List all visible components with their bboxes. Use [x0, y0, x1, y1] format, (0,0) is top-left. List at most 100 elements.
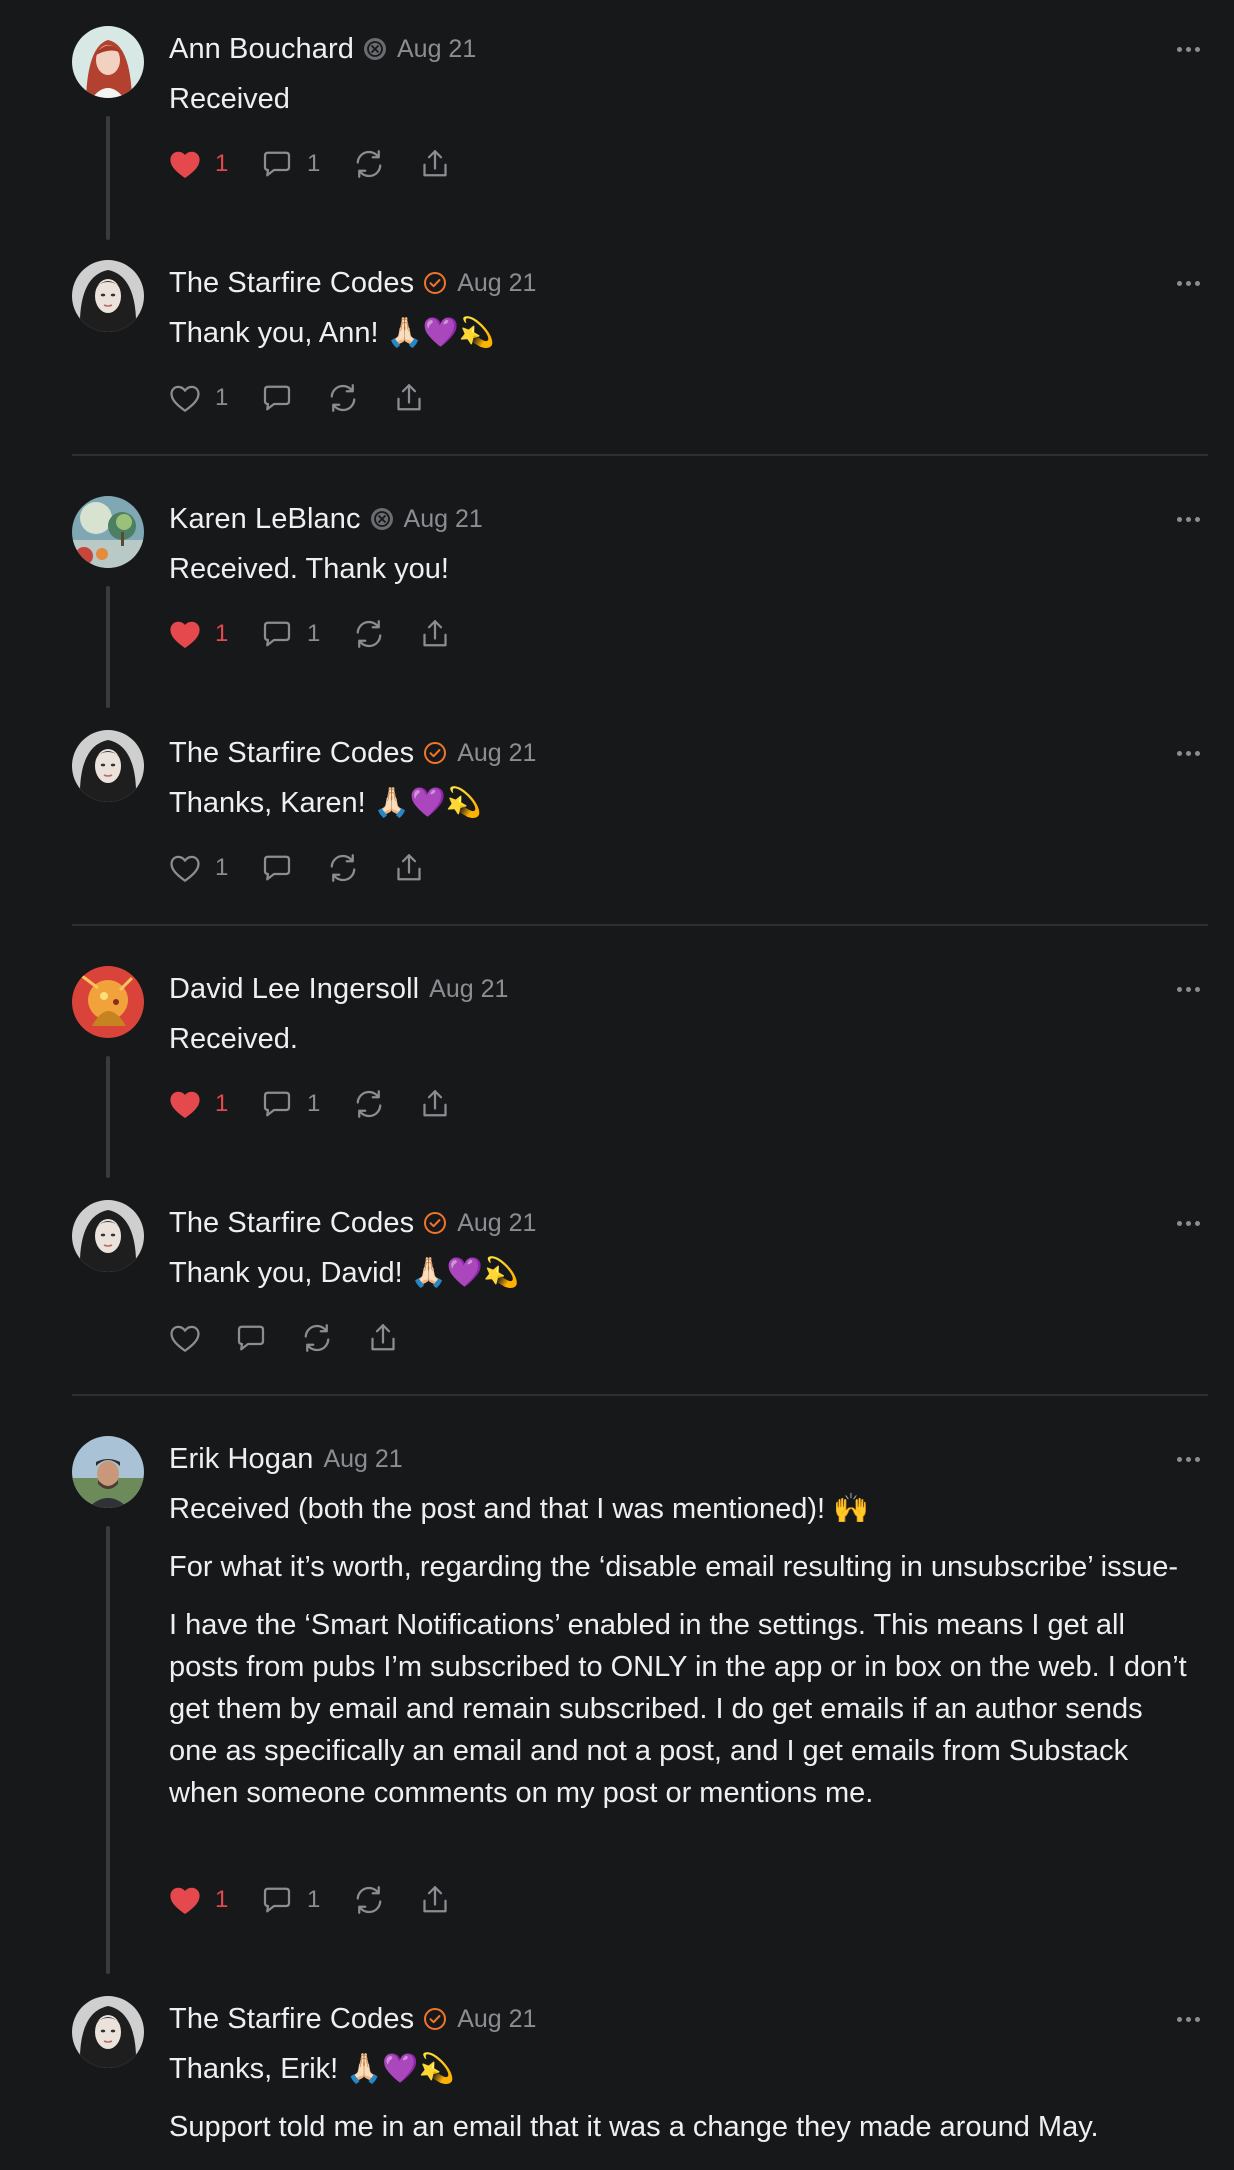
comment-header: The Starfire Codes Aug 21 [169, 260, 536, 306]
comment-paragraph: Thank you, David! 🙏🏻💜💫 [169, 1257, 520, 1289]
comment-body: Thank you, Ann! 🙏🏻💜💫 [169, 312, 1199, 370]
ellipsis-icon[interactable] [1168, 506, 1208, 532]
restack-button[interactable] [351, 146, 387, 182]
comment-paragraph: Thank you, Ann! 🙏🏻💜💫 [169, 317, 495, 349]
avatar[interactable] [72, 1996, 144, 2068]
like-button[interactable]: 1 [167, 616, 229, 652]
ellipsis-icon[interactable] [1168, 1446, 1208, 1472]
heart-icon [167, 850, 203, 886]
author-name[interactable]: Karen LeBlanc [169, 503, 361, 536]
author-name[interactable]: The Starfire Codes [169, 737, 414, 770]
author-name[interactable]: The Starfire Codes [169, 1207, 414, 1240]
author-name[interactable]: Erik Hogan [169, 1443, 313, 1476]
heart-icon [167, 1086, 203, 1122]
speech-bubble-icon [233, 1320, 269, 1356]
comment-date[interactable]: Aug 21 [404, 505, 483, 534]
comment-date[interactable]: Aug 21 [397, 35, 476, 64]
restack-button[interactable] [351, 1882, 387, 1918]
restack-button[interactable] [351, 616, 387, 652]
share-button[interactable] [417, 616, 453, 652]
reply-button[interactable]: 1 [259, 146, 321, 182]
reply-button[interactable]: 1 [259, 1882, 321, 1918]
avatar[interactable] [72, 966, 144, 1038]
like-button[interactable]: 1 [167, 1882, 229, 1918]
ellipsis-icon[interactable] [1168, 36, 1208, 62]
like-count: 1 [215, 150, 229, 177]
comment-paragraph: Thanks, Erik! 🙏🏻💜💫 [169, 2053, 455, 2085]
reply-button[interactable] [259, 380, 295, 416]
restack-button[interactable] [325, 850, 361, 886]
restack-button[interactable] [325, 380, 361, 416]
share-button[interactable] [391, 850, 427, 886]
author-name[interactable]: Ann Bouchard [169, 33, 354, 66]
comment-actions: 11 [167, 142, 483, 186]
avatar[interactable] [72, 1436, 144, 1508]
comment-header: The Starfire Codes Aug 21 [169, 1996, 536, 2042]
comment-paragraph: Received. [169, 1023, 298, 1055]
like-button[interactable]: 1 [167, 1086, 229, 1122]
share-upload-icon [417, 146, 453, 182]
comment-date[interactable]: Aug 21 [457, 1209, 536, 1238]
reply-button[interactable] [259, 850, 295, 886]
comment-paragraph: I have the ‘Smart Notifications’ enabled… [169, 1609, 1187, 1809]
reply-count: 1 [307, 150, 321, 177]
share-button[interactable] [365, 1320, 401, 1356]
avatar[interactable] [72, 1200, 144, 1272]
comment-date[interactable]: Aug 21 [457, 269, 536, 298]
author-name[interactable]: David Lee Ingersoll [169, 973, 419, 1006]
ellipsis-icon[interactable] [1168, 740, 1208, 766]
avatar[interactable] [72, 260, 144, 332]
comment-date[interactable]: Aug 21 [323, 1445, 402, 1474]
share-button[interactable] [391, 380, 427, 416]
like-button[interactable]: 1 [167, 380, 229, 416]
author-name[interactable]: The Starfire Codes [169, 267, 414, 300]
ellipsis-icon[interactable] [1168, 976, 1208, 1002]
verified-check-icon [423, 271, 447, 295]
share-button[interactable] [417, 146, 453, 182]
comment-body: Thank you, David! 🙏🏻💜💫 [169, 1252, 1199, 1310]
like-button[interactable]: 1 [167, 850, 229, 886]
ellipsis-icon[interactable] [1168, 270, 1208, 296]
reply-button[interactable] [233, 1320, 269, 1356]
comment-actions: 11 [167, 1878, 483, 1922]
restack-button[interactable] [351, 1086, 387, 1122]
comment-header: Erik Hogan Aug 21 [169, 1436, 403, 1482]
comment-body: Received. Thank you! [169, 548, 1199, 606]
comment-body: Thanks, Karen! 🙏🏻💜💫 [169, 782, 1199, 840]
like-count: 1 [215, 620, 229, 647]
reply-button[interactable]: 1 [259, 1086, 321, 1122]
comment-paragraph: Thanks, Karen! 🙏🏻💜💫 [169, 787, 483, 819]
comment-body: Received [169, 78, 1199, 136]
share-button[interactable] [417, 1086, 453, 1122]
share-upload-icon [417, 1882, 453, 1918]
comment-date[interactable]: Aug 21 [429, 975, 508, 1004]
avatar[interactable] [72, 26, 144, 98]
author-name[interactable]: The Starfire Codes [169, 2003, 414, 2036]
comment-date[interactable]: Aug 21 [457, 739, 536, 768]
verified-check-icon [423, 741, 447, 765]
comment-actions: 1 [167, 376, 457, 420]
thread-divider [72, 924, 1208, 926]
restack-button[interactable] [299, 1320, 335, 1356]
share-button[interactable] [417, 1882, 453, 1918]
like-button[interactable]: 1 [167, 146, 229, 182]
restack-arrows-icon [351, 146, 387, 182]
reply-thread-line [106, 1056, 110, 1178]
thread-divider [72, 454, 1208, 456]
verified-check-icon [423, 1211, 447, 1235]
reply-count: 1 [307, 1090, 321, 1117]
like-count: 1 [215, 854, 229, 881]
heart-icon [167, 380, 203, 416]
like-button[interactable] [167, 1320, 203, 1356]
avatar[interactable] [72, 496, 144, 568]
reply-thread-line [106, 586, 110, 708]
restack-arrows-icon [351, 1882, 387, 1918]
avatar[interactable] [72, 730, 144, 802]
comment-date[interactable]: Aug 21 [457, 2005, 536, 2034]
like-count: 1 [215, 384, 229, 411]
ellipsis-icon[interactable] [1168, 2006, 1208, 2032]
comment-header: Ann Bouchard Aug 21 [169, 26, 476, 72]
ellipsis-icon[interactable] [1168, 1210, 1208, 1236]
restack-arrows-icon [325, 380, 361, 416]
reply-button[interactable]: 1 [259, 616, 321, 652]
